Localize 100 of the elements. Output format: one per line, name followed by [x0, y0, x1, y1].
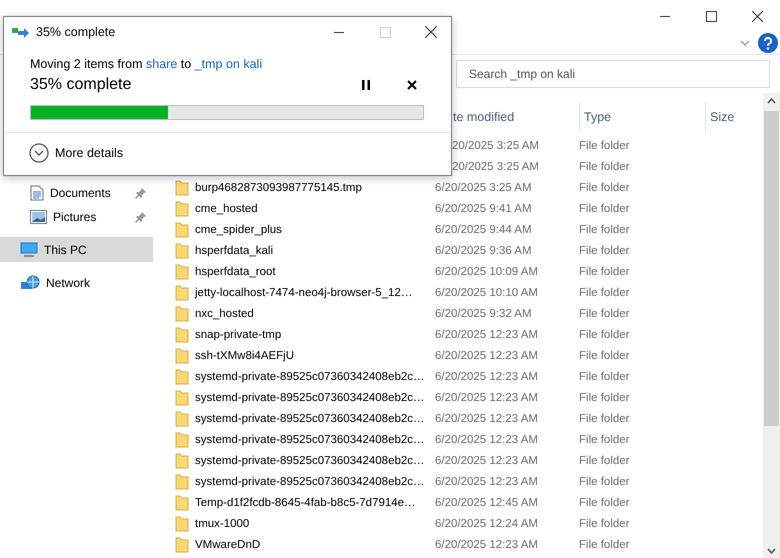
nav-item[interactable]: This PC: [0, 237, 153, 262]
type-cell: File folder: [579, 202, 630, 214]
nav-item[interactable]: Pictures: [0, 205, 153, 229]
folder-icon: [175, 474, 189, 490]
type-cell: File folder: [579, 140, 630, 152]
date-cell: 6/20/2025 9:36 AM: [435, 244, 532, 256]
type-cell: File folder: [579, 182, 630, 194]
folder-icon: [175, 348, 189, 364]
date-cell: 6/20/2025 12:23 AM: [435, 454, 538, 466]
folder-icon: [175, 536, 189, 552]
file-name[interactable]: hsperfdata_root: [195, 266, 276, 278]
dialog-title: 35% complete: [36, 25, 116, 39]
type-cell: File folder: [579, 266, 630, 278]
type-cell: File folder: [579, 370, 630, 382]
close-icon: [407, 80, 417, 90]
type-cell: File folder: [579, 434, 630, 446]
pause-icon: [362, 80, 370, 90]
file-name[interactable]: VMwareDnD: [195, 538, 260, 550]
file-name[interactable]: ssh-tXMw8i4AEFjU: [195, 350, 294, 362]
file-name[interactable]: systemd-private-89525c07360342408eb2c…: [195, 434, 425, 446]
scrollbar[interactable]: [763, 93, 780, 558]
folder-icon: [175, 452, 189, 468]
folder-icon: [175, 284, 189, 300]
type-cell: File folder: [579, 244, 630, 256]
chevron-down-icon[interactable]: [740, 40, 750, 46]
type-cell: File folder: [579, 538, 630, 550]
file-name[interactable]: burp4682873093987775145.tmp: [195, 182, 362, 194]
date-cell: 6/20/2025 12:23 AM: [435, 476, 538, 488]
folder-icon: [175, 180, 189, 196]
picture-icon: [30, 210, 47, 224]
column-header[interactable]: Type: [579, 102, 705, 132]
folder-icon: [175, 242, 189, 258]
date-cell: 6/20/2025 12:23 AM: [435, 328, 538, 340]
folder-icon: [175, 516, 189, 532]
file-name[interactable]: systemd-private-89525c07360342408eb2c…: [195, 370, 425, 382]
date-cell: 6/20/2025 12:45 AM: [435, 496, 538, 508]
file-name[interactable]: cme_hosted: [195, 202, 258, 214]
close-icon: [752, 10, 762, 22]
file-name[interactable]: Temp-d1f2fcdb-8645-4fab-b8c5-7d7914e…: [195, 496, 416, 508]
file-name[interactable]: systemd-private-89525c07360342408eb2c…: [195, 454, 425, 466]
source-link[interactable]: share: [146, 57, 178, 71]
search-field[interactable]: Search _tmp on kali: [456, 60, 770, 88]
type-cell: File folder: [579, 412, 630, 424]
date-cell: 6/20/2025 12:23 AM: [435, 350, 538, 362]
nav-item[interactable]: Network: [0, 270, 153, 295]
nav-item[interactable]: Documents: [0, 181, 153, 205]
date-cell: 6/20/2025 9:32 AM: [435, 308, 532, 320]
more-details-button[interactable]: More details: [29, 143, 124, 163]
network-icon: [20, 274, 40, 290]
date-cell: 6/20/2025 12:23 AM: [435, 434, 538, 446]
help-icon[interactable]: [758, 33, 778, 53]
type-cell: File folder: [579, 454, 630, 466]
progress-status: 35% complete: [30, 76, 132, 94]
date-cell: 20/2025 3:25 AM: [452, 160, 539, 172]
close-icon: [425, 26, 437, 38]
date-cell: 6/20/2025 9:41 AM: [435, 202, 532, 214]
date-cell: 6/20/2025 12:24 AM: [435, 518, 538, 530]
folder-icon: [175, 264, 189, 280]
type-cell: File folder: [579, 496, 630, 508]
transfer-message: Moving 2 items from share to _tmp on kali: [30, 57, 264, 71]
date-cell: 6/20/2025 3:25 AM: [435, 182, 532, 194]
type-cell: File folder: [579, 308, 630, 320]
file-name[interactable]: systemd-private-89525c07360342408eb2c…: [195, 412, 425, 424]
file-name[interactable]: nxc_hosted: [195, 308, 254, 320]
destination-link[interactable]: _tmp on kali: [194, 57, 262, 71]
document-icon: [30, 185, 44, 201]
type-cell: File folder: [579, 328, 630, 340]
pin-icon: [135, 211, 147, 223]
folder-icon: [175, 222, 189, 238]
maximize-icon: [380, 26, 390, 38]
file-name[interactable]: systemd-private-89525c07360342408eb2c…: [195, 476, 425, 488]
type-cell: File folder: [579, 286, 630, 298]
file-name[interactable]: snap-private-tmp: [195, 328, 282, 340]
date-cell: 6/20/2025 10:10 AM: [435, 286, 538, 298]
date-cell: 6/20/2025 12:23 AM: [435, 392, 538, 404]
folder-icon: [175, 390, 189, 406]
file-name[interactable]: jetty-localhost-7474-neo4j-browser-5_12…: [195, 286, 412, 298]
date-cell: 6/20/2025 10:09 AM: [435, 266, 538, 278]
date-cell: 20/2025 3:25 AM: [452, 140, 539, 152]
date-cell: 6/20/2025 12:23 AM: [435, 412, 538, 424]
type-cell: File folder: [579, 518, 630, 530]
pin-icon: [135, 187, 147, 199]
date-cell: 6/20/2025 12:23 AM: [435, 370, 538, 382]
transfer-icon: [12, 26, 30, 38]
computer-icon: [20, 242, 38, 258]
date-cell: 6/20/2025 12:23 AM: [435, 538, 538, 550]
file-name[interactable]: hsperfdata_kali: [195, 244, 273, 256]
folder-icon: [175, 368, 189, 384]
type-cell: File folder: [579, 476, 630, 488]
type-cell: File folder: [579, 224, 630, 236]
file-name[interactable]: tmux-1000: [195, 518, 250, 530]
type-cell: File folder: [579, 160, 630, 172]
type-cell: File folder: [579, 392, 630, 404]
file-name[interactable]: cme_spider_plus: [195, 224, 282, 236]
type-cell: File folder: [579, 350, 630, 362]
folder-icon: [175, 326, 189, 342]
file-name[interactable]: systemd-private-89525c07360342408eb2c…: [195, 392, 425, 404]
column-header[interactable]: Size: [705, 102, 734, 132]
date-cell: 6/20/2025 9:44 AM: [435, 224, 532, 236]
folder-icon: [175, 494, 189, 510]
